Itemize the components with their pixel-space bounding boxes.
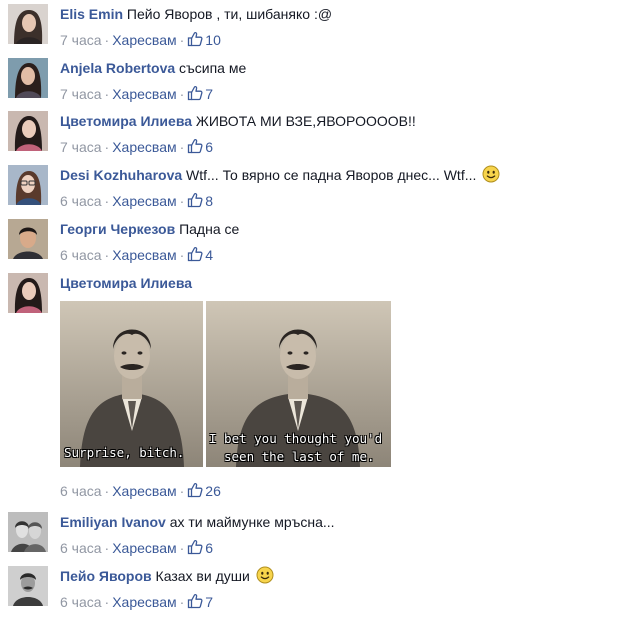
thumbs-up-icon — [187, 138, 203, 154]
like-button[interactable]: Харесвам — [112, 594, 176, 610]
separator-dot: · — [179, 86, 185, 102]
separator-dot: · — [104, 594, 110, 610]
comment-author[interactable]: Цветомира Илиева — [60, 113, 192, 129]
comment-author[interactable]: Desi Kozhuharova — [60, 167, 182, 183]
separator-dot: · — [104, 247, 110, 263]
avatar[interactable] — [8, 273, 48, 313]
like-count[interactable]: 26 — [187, 481, 221, 501]
thumbs-up-icon — [187, 482, 203, 498]
like-count[interactable]: 10 — [187, 30, 221, 50]
meme-panel-left: Surprise, bitch. — [60, 301, 203, 467]
avatar[interactable] — [8, 512, 48, 552]
avatar[interactable] — [8, 165, 48, 205]
like-count-value: 4 — [205, 247, 214, 263]
separator-dot: · — [179, 193, 185, 209]
like-button[interactable]: Харесвам — [112, 540, 176, 556]
separator-dot: · — [179, 483, 185, 499]
comment-text: съсипа ме — [175, 60, 247, 76]
like-count-value: 26 — [205, 483, 221, 499]
comment-time[interactable]: 6 часа — [60, 540, 102, 556]
like-count[interactable]: 8 — [187, 191, 213, 211]
thumbs-up-icon — [187, 593, 203, 609]
comment-time[interactable]: 6 часа — [60, 247, 102, 263]
comment-time[interactable]: 6 часа — [60, 594, 102, 610]
separator-dot: · — [179, 32, 185, 48]
like-count[interactable]: 7 — [187, 84, 213, 104]
smile-emoji-icon — [482, 165, 500, 183]
like-count[interactable]: 6 — [187, 137, 213, 157]
separator-dot: · — [179, 247, 185, 263]
comment-text: ЖИВОТА МИ ВЗЕ,ЯВОРООООВ!! — [192, 113, 416, 129]
avatar-couple-icon — [8, 512, 48, 552]
like-button[interactable]: Харесвам — [112, 193, 176, 209]
separator-dot: · — [104, 540, 110, 556]
like-count-value: 6 — [205, 540, 214, 556]
meme-caption-left: Surprise, bitch. — [64, 445, 185, 460]
like-button[interactable]: Харесвам — [112, 32, 176, 48]
like-count[interactable]: 6 — [187, 538, 213, 558]
separator-dot: · — [179, 540, 185, 556]
comment-author[interactable]: Пейо Яворов — [60, 568, 152, 584]
comment-author[interactable]: Георги Черкезов — [60, 221, 175, 237]
thumbs-up-icon — [187, 246, 203, 262]
avatar-man-icon — [8, 219, 48, 259]
meme-caption-right-line1: I bet you thought you'd — [209, 431, 383, 446]
like-button[interactable]: Харесвам — [112, 86, 176, 102]
comment-time[interactable]: 7 часа — [60, 32, 102, 48]
comment-author[interactable]: Цветомира Илиева — [60, 275, 192, 291]
comment-text: ах ти маймунке мръсна... — [165, 514, 335, 530]
avatar[interactable] — [8, 111, 48, 151]
thumbs-up-icon — [187, 31, 203, 47]
separator-dot: · — [104, 32, 110, 48]
avatar-woman-icon — [8, 58, 48, 98]
thumbs-up-icon — [187, 192, 203, 208]
like-button[interactable]: Харесвам — [112, 247, 176, 263]
separator-dot: · — [179, 139, 185, 155]
avatar[interactable] — [8, 58, 48, 98]
thumbs-up-icon — [187, 85, 203, 101]
like-count-value: 8 — [205, 193, 214, 209]
separator-dot: · — [179, 594, 185, 610]
avatar-woman-icon — [8, 165, 48, 205]
avatar[interactable] — [8, 219, 48, 259]
comment-time[interactable]: 7 часа — [60, 139, 102, 155]
comment-time[interactable]: 6 часа — [60, 193, 102, 209]
avatar-man-icon — [8, 566, 48, 606]
comment-text: Падна се — [175, 221, 240, 237]
comment-text: Казах ви души — [151, 568, 250, 584]
separator-dot: · — [104, 483, 110, 499]
thumbs-up-icon — [187, 539, 203, 555]
like-count-value: 10 — [205, 32, 221, 48]
avatar-woman-icon — [8, 111, 48, 151]
avatar[interactable] — [8, 4, 48, 44]
meme-panel-right: I bet you thought you'd seen the last of… — [206, 301, 391, 467]
meme-image[interactable]: Surprise, bitch. I bet you thought you'd… — [60, 301, 391, 467]
like-count[interactable]: 7 — [187, 592, 213, 612]
portrait-photo — [60, 301, 203, 467]
meme-caption-right-line2: seen the last of me. — [224, 449, 375, 464]
comment-author[interactable]: Elis Emin — [60, 6, 123, 22]
smile-emoji-icon — [256, 566, 274, 584]
like-button[interactable]: Харесвам — [112, 139, 176, 155]
comment-text: Пейо Яворов , ти, шибаняко :@ — [123, 6, 333, 22]
comment-author[interactable]: Anjela Robertova — [60, 60, 175, 76]
like-count-value: 6 — [205, 139, 214, 155]
separator-dot: · — [104, 193, 110, 209]
like-count-value: 7 — [205, 86, 214, 102]
comment-time[interactable]: 6 часа — [60, 483, 102, 499]
comment-text: Wtf... То вярно се падна Яворов днес... … — [182, 167, 477, 183]
separator-dot: · — [104, 139, 110, 155]
like-count[interactable]: 4 — [187, 245, 213, 265]
like-count-value: 7 — [205, 594, 214, 610]
like-button[interactable]: Харесвам — [112, 483, 176, 499]
separator-dot: · — [104, 86, 110, 102]
comment-author[interactable]: Emiliyan Ivanov — [60, 514, 166, 530]
comment-time[interactable]: 7 часа — [60, 86, 102, 102]
avatar-woman-icon — [8, 4, 48, 44]
avatar-woman-icon — [8, 273, 48, 313]
avatar[interactable] — [8, 566, 48, 606]
